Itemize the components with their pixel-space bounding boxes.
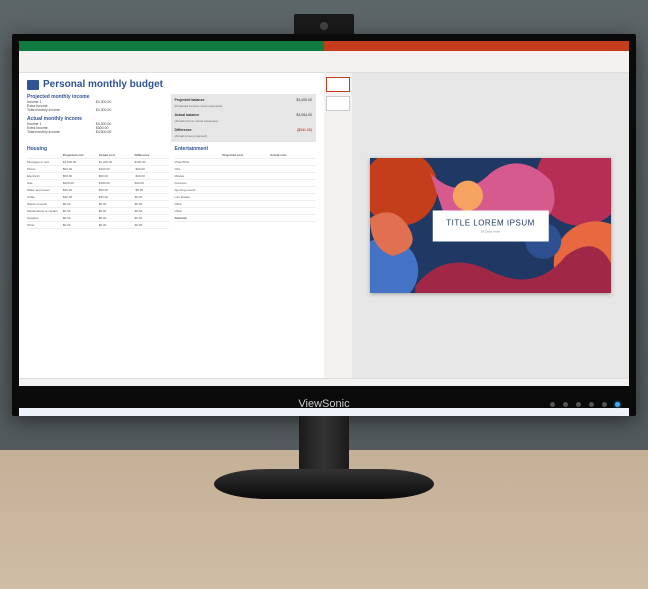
table-row[interactable]: Other$0.00$0.00$0.00 xyxy=(27,222,169,229)
screen: Personal monthly budget Projected monthl… xyxy=(19,41,629,386)
slide-subtitle: Sit Dolor Amet xyxy=(446,229,535,233)
table-row[interactable]: Electricity$50.00$60.00-$10.00 xyxy=(27,173,169,180)
excel-ribbon[interactable] xyxy=(19,51,324,73)
table-row[interactable]: Mortgage or rent$1,500.00$1,400.00$100.0… xyxy=(27,159,169,166)
excel-statusbar[interactable] xyxy=(19,378,324,386)
subtotal-row: Subtotal xyxy=(175,215,317,222)
slide-thumb-1[interactable] xyxy=(326,77,350,92)
table-row[interactable]: Maintenance or repairs$0.00$0.00$0.00 xyxy=(27,208,169,215)
table-row[interactable]: CDs xyxy=(175,166,317,173)
monitor-stand xyxy=(299,416,349,476)
balance-box: Projected balance$3,405.00 (Projected in… xyxy=(171,94,317,142)
table-row[interactable]: Water and sewer$45.00$50.00-$5.00 xyxy=(27,187,169,194)
slide-title: TITLE LOREM IPSUM xyxy=(446,218,535,227)
monitor-bezel: Personal monthly budget Projected monthl… xyxy=(12,34,636,416)
table-row[interactable]: Movies xyxy=(175,173,317,180)
table-row[interactable]: Other xyxy=(175,208,317,215)
doc-title: Personal monthly budget xyxy=(27,79,316,90)
slide-thumb-2[interactable] xyxy=(326,96,350,111)
table-row[interactable]: Phone$60.00$100.00-$40.00 xyxy=(27,166,169,173)
powerpoint-ribbon[interactable] xyxy=(324,51,629,73)
excel-titlebar[interactable] xyxy=(19,41,324,51)
table-header: Projected cost Actual cost xyxy=(175,152,317,159)
slide-title-box[interactable]: TITLE LOREM IPSUM Sit Dolor Amet xyxy=(432,210,549,241)
monitor: Personal monthly budget Projected monthl… xyxy=(12,14,636,444)
slide[interactable]: TITLE LOREM IPSUM Sit Dolor Amet xyxy=(370,158,611,294)
table-row[interactable]: Gas$200.00$180.00$20.00 xyxy=(27,180,169,187)
powerpoint-statusbar[interactable] xyxy=(324,378,629,386)
monitor-brand: ViewSonic xyxy=(298,398,349,410)
table-row[interactable]: Cable$40.00$40.00$0.00 xyxy=(27,194,169,201)
slide-canvas[interactable]: TITLE LOREM IPSUM Sit Dolor Amet xyxy=(352,73,629,378)
table-row[interactable]: Supplies$0.00$0.00$0.00 xyxy=(27,215,169,222)
monitor-base xyxy=(214,469,434,499)
table-row: Total monthly income $4,600.00 xyxy=(27,130,165,134)
powerpoint-titlebar[interactable] xyxy=(324,41,629,51)
table-row[interactable]: Live theater xyxy=(175,194,317,201)
table-row: Total monthly income $4,300.00 xyxy=(27,108,165,112)
slide-thumbnails[interactable] xyxy=(324,73,352,378)
excel-window: Personal monthly budget Projected monthl… xyxy=(19,41,324,386)
table-row[interactable]: Waste removal$0.00$0.00$0.00 xyxy=(27,201,169,208)
table-row[interactable]: Sporting events xyxy=(175,187,317,194)
excel-sheet[interactable]: Personal monthly budget Projected monthl… xyxy=(19,73,324,378)
powerpoint-window: TITLE LOREM IPSUM Sit Dolor Amet xyxy=(324,41,629,386)
monitor-buttons[interactable] xyxy=(550,402,620,407)
table-header: Projected cost Actual cost Difference xyxy=(27,152,169,159)
table-row[interactable]: Other xyxy=(175,201,317,208)
table-row[interactable]: Video/DVD xyxy=(175,159,317,166)
table-row[interactable]: Concerts xyxy=(175,180,317,187)
power-led xyxy=(615,402,620,407)
